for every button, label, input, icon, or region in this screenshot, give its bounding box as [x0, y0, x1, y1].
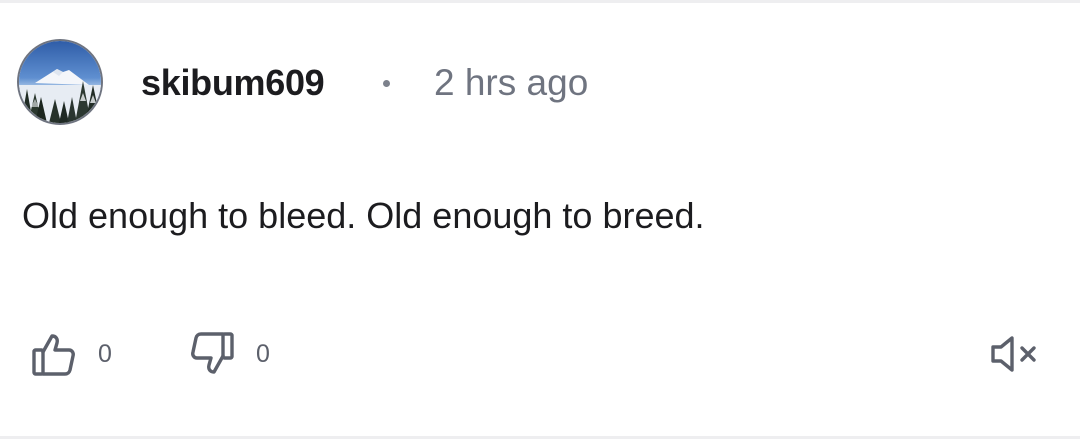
- avatar[interactable]: [19, 41, 101, 123]
- mute-button[interactable]: [990, 334, 1042, 374]
- username[interactable]: skibum609: [141, 62, 325, 104]
- bottom-divider: [0, 436, 1080, 439]
- comment-text: Old enough to bleed. Old enough to breed…: [22, 195, 705, 236]
- dot-separator: [383, 80, 390, 87]
- comment-card: skibum609 2 hrs ago Old enough to bleed.…: [0, 0, 1080, 445]
- like-count: 0: [98, 339, 112, 368]
- mountain-landscape-avatar: [19, 41, 101, 123]
- thumbs-up-icon: [32, 334, 75, 376]
- speaker-muted-icon: [991, 336, 1036, 372]
- dislike-button[interactable]: 0: [188, 330, 270, 378]
- dislike-count: 0: [256, 339, 270, 368]
- timestamp: 2 hrs ago: [434, 62, 589, 103]
- like-button[interactable]: 0: [30, 330, 112, 378]
- thumbs-down-icon: [191, 332, 234, 374]
